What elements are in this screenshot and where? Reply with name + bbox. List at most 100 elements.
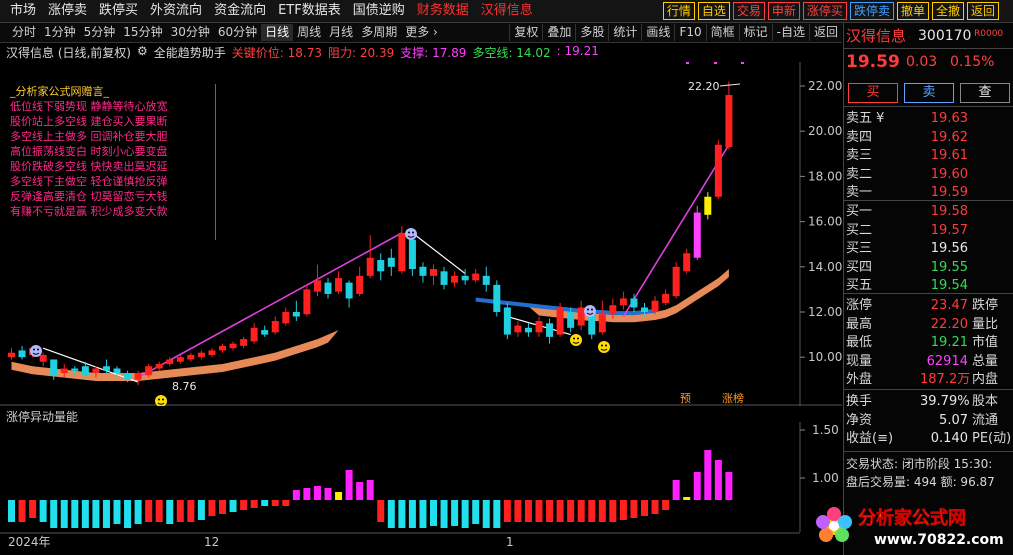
chart-tool-button[interactable]: 多股 xyxy=(575,24,608,41)
volume-bar xyxy=(102,500,110,528)
volume-bar xyxy=(535,500,543,522)
indicator-assist-name[interactable]: 全能趋势助手 xyxy=(154,44,226,61)
volume-bar xyxy=(577,500,585,522)
top-button[interactable]: 交易 xyxy=(732,2,765,20)
volume-bar xyxy=(208,500,216,516)
volume-bar xyxy=(451,500,459,526)
period-tab[interactable]: 30分钟 xyxy=(167,24,214,41)
advice-title: _分析家公式网赠言_ xyxy=(10,85,109,98)
quote-row-value: 22.20 xyxy=(930,316,968,332)
support-label: 支撑: 17.89 xyxy=(400,46,467,60)
advice-box: _分析家公式网赠言_ 低位线下弱势现 静静等待心放宽 股价站上多空线 建仓买入要… xyxy=(10,84,216,240)
menu-stock-name[interactable]: 汉得信息 xyxy=(475,2,539,20)
limit-up-tag: 涨榜 xyxy=(722,391,744,405)
quote-row-value: 23.47 xyxy=(930,298,968,313)
stock-badge: R0000 xyxy=(974,29,1004,39)
candle-body xyxy=(430,269,437,276)
volume-bar xyxy=(567,500,575,522)
volume-bar xyxy=(324,488,332,500)
quote-row: 外盘 187.2万 内盘 xyxy=(846,371,1010,389)
stock-name: 汉得信息 xyxy=(846,27,907,45)
top-button[interactable]: 跌停卖 xyxy=(849,2,894,20)
buy-button[interactable]: 买 xyxy=(848,83,898,103)
candle-body xyxy=(261,330,269,335)
candle-body xyxy=(461,275,469,281)
candle-body xyxy=(398,232,406,272)
volume-bar xyxy=(366,480,374,500)
period-tab[interactable]: 分时 xyxy=(8,24,40,41)
menu-etf-data[interactable]: ETF数据表 xyxy=(272,2,347,20)
candle-body xyxy=(208,350,216,355)
candle-body xyxy=(672,266,680,297)
chart-tool-button[interactable]: F10 xyxy=(674,24,705,41)
query-button[interactable]: 查 xyxy=(960,83,1010,103)
menu-market[interactable]: 市场 xyxy=(4,2,42,20)
site-logo: 分析家公式网 www.70822.com xyxy=(816,507,1004,548)
menu-limit-down-buy[interactable]: 跌停买 xyxy=(93,2,144,20)
chart-tool-button[interactable]: 简框 xyxy=(705,24,739,41)
quote-row: 卖四 19.62 xyxy=(846,129,1010,147)
top-button[interactable]: 全撤 xyxy=(931,2,964,20)
quote-row-label-right: 总量 xyxy=(972,353,999,369)
price-change: 0.03 xyxy=(906,54,938,70)
menu-financial-data[interactable]: 财务数据 xyxy=(411,2,475,20)
chart-tool-button[interactable]: 统计 xyxy=(608,24,641,41)
menu-limit-up-sell[interactable]: 涨停卖 xyxy=(42,2,93,20)
period-tab[interactable]: 月线 xyxy=(325,24,357,41)
chart-tool-button[interactable]: 返回 xyxy=(808,24,842,41)
gear-icon[interactable]: ⚙ xyxy=(137,44,148,61)
top-button[interactable]: 自选 xyxy=(697,2,730,20)
volume-bar xyxy=(725,472,733,500)
quote-row: 买四 19.55 xyxy=(846,259,1010,277)
period-tab[interactable]: 日线 xyxy=(261,24,294,41)
menu-reverse-repo[interactable]: 国债逆购 xyxy=(347,2,411,20)
chart-tool-button[interactable]: -自选 xyxy=(771,24,809,41)
chart-tool-button[interactable]: 叠加 xyxy=(542,24,575,41)
menu-foreign-flow[interactable]: 外资流向 xyxy=(144,2,208,20)
volume-bar xyxy=(630,500,638,518)
quote-row: 卖三 19.61 xyxy=(846,147,1010,165)
top-button-group: 行情 自选 交易 申新 涨停买 跌停卖 撤单 全撤 返回 xyxy=(662,2,999,20)
period-tab[interactable]: 多周期 xyxy=(357,24,401,41)
candle-body xyxy=(282,312,290,324)
bull-bear-line-label: 多空线: 14.02 xyxy=(472,46,551,60)
top-button[interactable]: 返回 xyxy=(966,2,999,20)
quote-row-label-right: 跌停 xyxy=(972,298,999,313)
volume-bar xyxy=(524,500,532,522)
candle-body xyxy=(535,321,543,333)
key-price-label: 关键价位: 18.73 xyxy=(231,46,322,60)
quote-row-value: 5.07 xyxy=(939,412,968,428)
chart-tool-button[interactable]: 画线 xyxy=(641,24,674,41)
volume-bar xyxy=(113,500,121,524)
top-button[interactable]: 行情 xyxy=(662,2,695,20)
candle-body xyxy=(335,278,343,292)
sell-button[interactable]: 卖 xyxy=(904,83,954,103)
candle-body xyxy=(598,314,606,333)
candle-body xyxy=(641,307,648,312)
period-tab[interactable]: 周线 xyxy=(293,24,325,41)
extra-value-label: : 19.21 xyxy=(556,44,599,58)
period-tab[interactable]: 1分钟 xyxy=(40,24,80,41)
top-button[interactable]: 申新 xyxy=(767,2,800,20)
volume-bar xyxy=(472,500,480,524)
quote-row-label: 卖二 xyxy=(846,166,873,182)
candle-body xyxy=(546,323,554,337)
candle-body xyxy=(166,359,174,364)
period-tab[interactable]: 15分钟 xyxy=(119,24,166,41)
candle-body xyxy=(472,273,480,281)
top-button[interactable]: 涨停买 xyxy=(802,2,847,20)
volume-bar xyxy=(71,500,79,528)
flower-logo-icon xyxy=(816,507,852,542)
candle-body xyxy=(271,321,279,333)
volume-indicator-chart[interactable]: 1.50 1.00 xyxy=(0,422,842,532)
candle-body xyxy=(50,359,58,376)
quote-row-value: 0.140 xyxy=(930,431,968,446)
chart-tool-button[interactable]: 标记 xyxy=(738,24,772,41)
quote-row-label-right: 流通 xyxy=(972,412,999,428)
top-button[interactable]: 撤单 xyxy=(896,2,929,20)
menu-capital-flow[interactable]: 资金流向 xyxy=(208,2,272,20)
period-tab[interactable]: 60分钟 xyxy=(214,24,261,41)
period-tab[interactable]: 更多 › xyxy=(401,24,442,41)
period-tab[interactable]: 5分钟 xyxy=(80,24,120,41)
chart-tool-button[interactable]: 复权 xyxy=(509,24,542,41)
